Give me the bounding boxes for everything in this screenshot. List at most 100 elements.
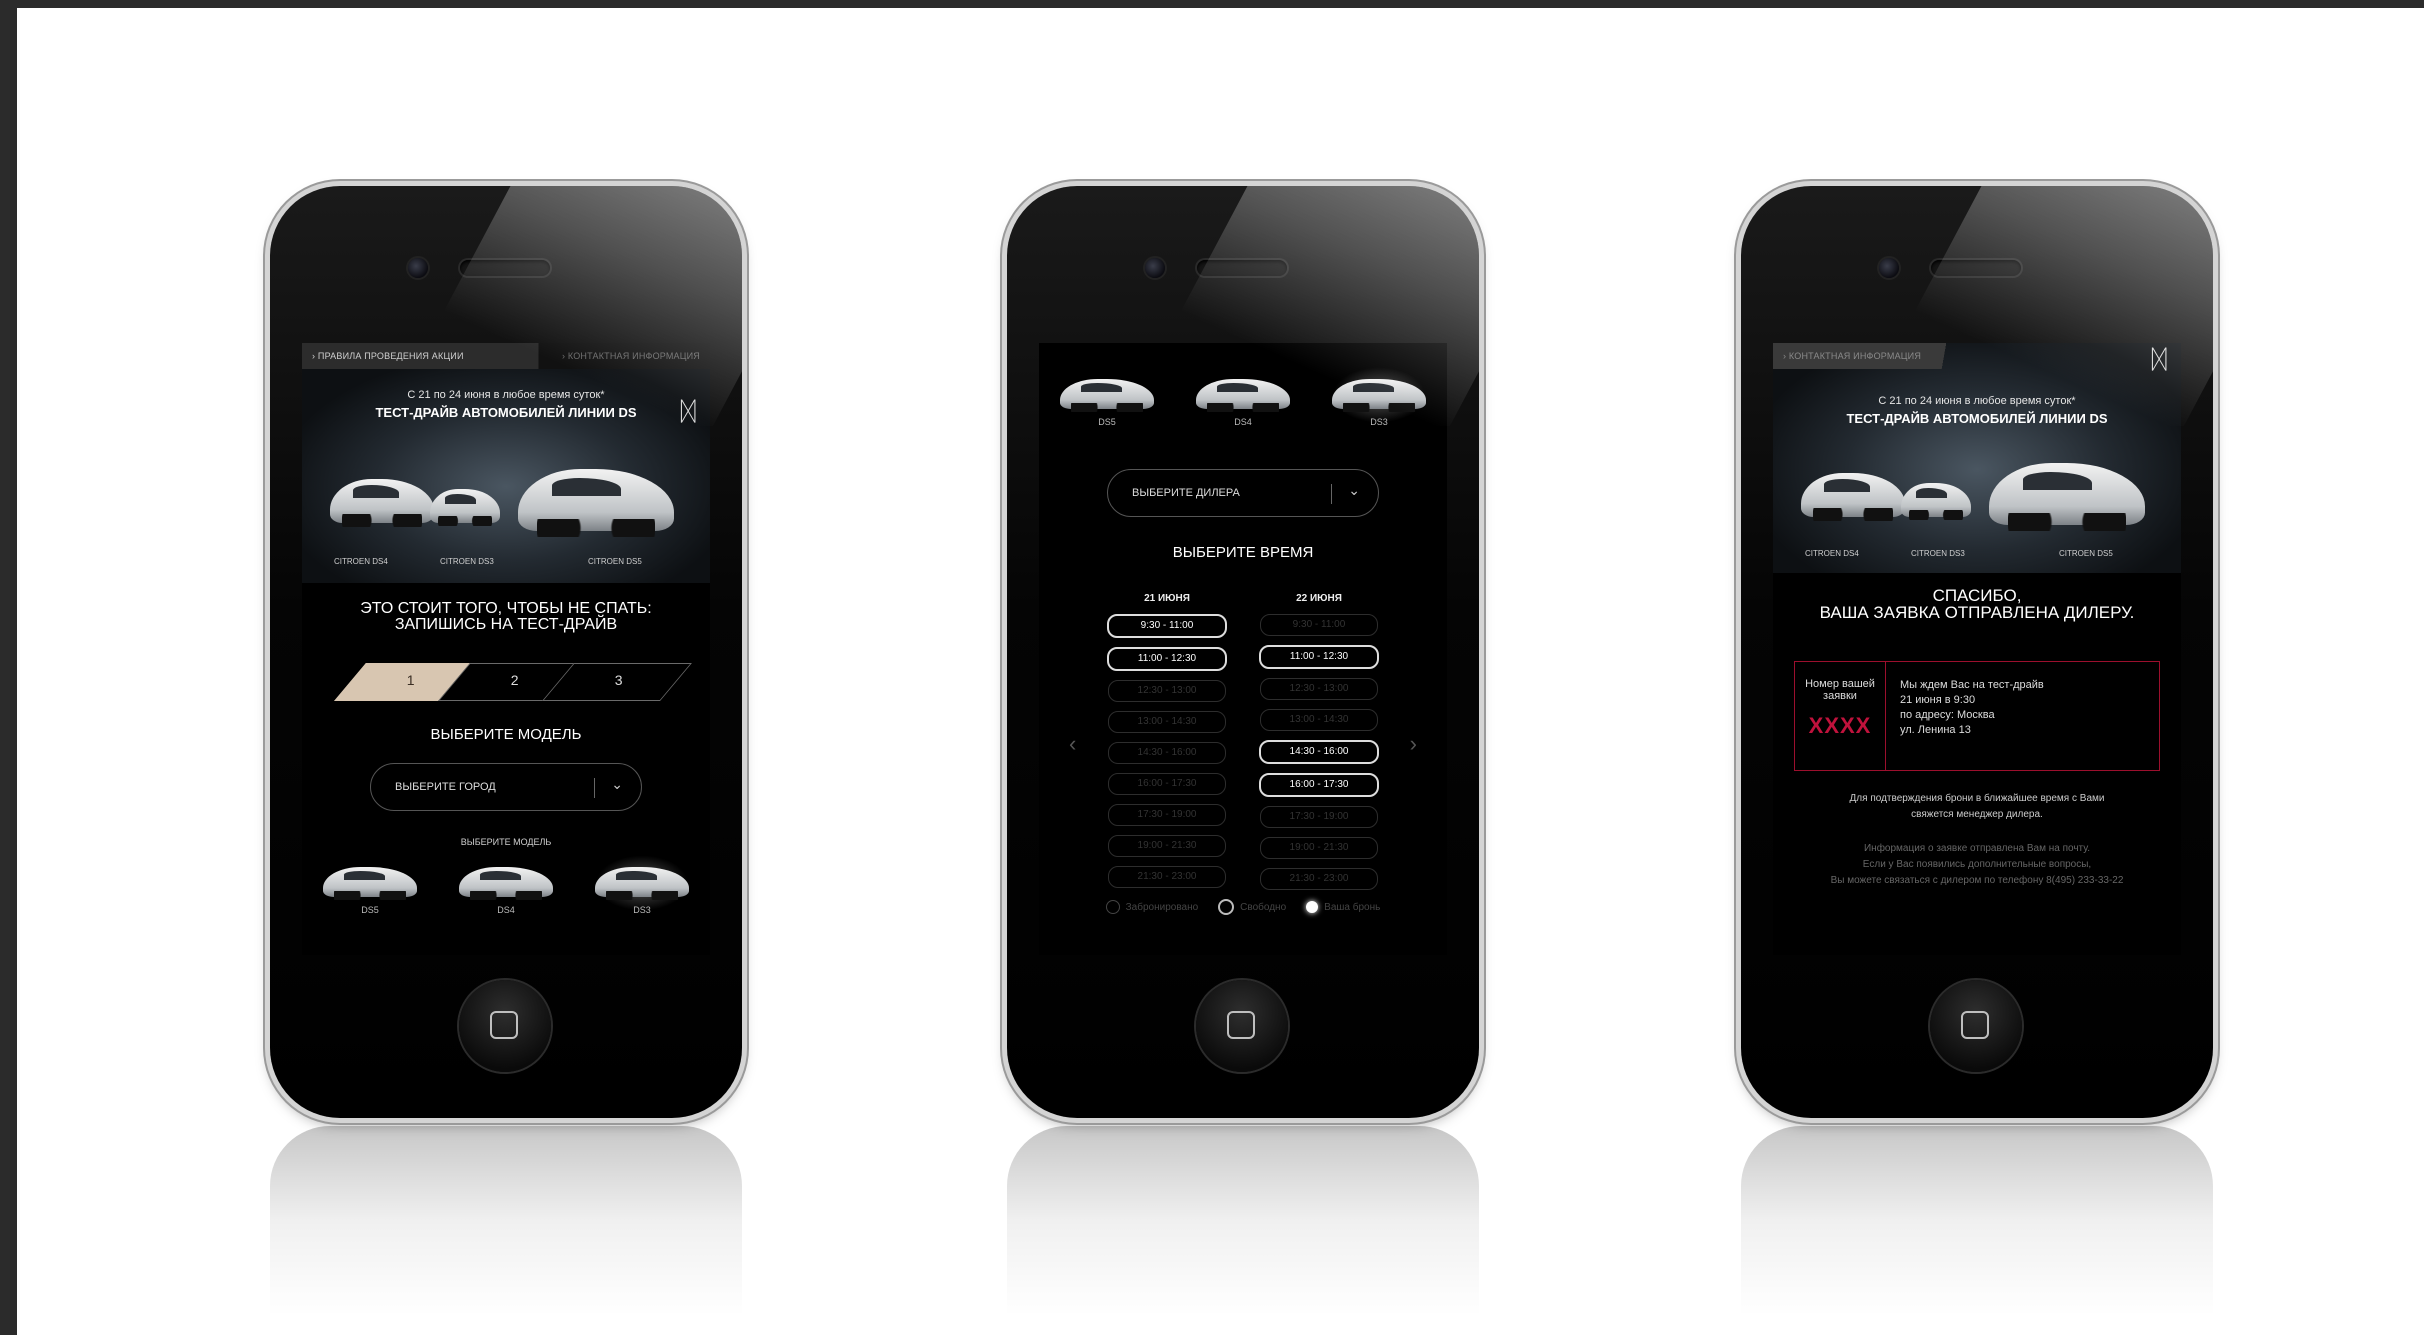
- promo-title: ТЕСТ-ДРАЙВ АВТОМОБИЛЕЙ ЛИНИИ DS: [375, 405, 637, 420]
- email-info: Информация о заявке отправлена Вам на по…: [1830, 843, 2124, 886]
- chevron-down-icon: ⌄: [1348, 482, 1360, 498]
- select-divider: [1331, 484, 1332, 504]
- promo-title: ТЕСТ-ДРАЙВ АВТОМОБИЛЕЙ ЛИНИИ DS: [1846, 411, 2108, 426]
- contacts-link[interactable]: › Контактная информация: [1773, 351, 1921, 361]
- model-option-ds5[interactable]: DS5: [1057, 379, 1157, 427]
- model-option-ds4[interactable]: DS4: [1193, 379, 1293, 427]
- screen-model-selection: › Правила проведения акции › Контактная …: [302, 343, 710, 955]
- time-slot[interactable]: 16:00 - 17:30: [1259, 773, 1379, 797]
- hero-caption: CITROEN DS3: [1911, 549, 1965, 558]
- time-slot[interactable]: 12:30 - 13:00: [1108, 680, 1226, 702]
- legend-label: Забронировано: [1125, 901, 1199, 913]
- home-button: [1196, 980, 1288, 1072]
- phone-reflection: [1741, 1126, 2213, 1316]
- dealer-select[interactable]: ВЫБЕРИТЕ ДИЛЕРА ⌄: [1107, 469, 1379, 517]
- car-ds3-image: [1332, 379, 1426, 412]
- day-label: 22 июня: [1296, 593, 1342, 604]
- headline: ЭТО СТОИТ ТОГО, ЧТОБЫ НЕ СПАТЬ: ЗАПИШИСЬ…: [360, 600, 652, 633]
- contacts-link[interactable]: › Контактная информация: [552, 351, 710, 361]
- legend-label: Ваша бронь: [1324, 901, 1381, 913]
- thanks-message: СПАСИБО, ВАША ЗАЯВКА ОТПРАВЛЕНА ДИЛЕРУ.: [1819, 586, 2135, 622]
- car-ds4-image: [459, 867, 553, 900]
- booked-dot-icon: [1105, 900, 1120, 914]
- legend-booked: Забронировано: [1105, 899, 1199, 915]
- camera-icon: [408, 258, 428, 278]
- time-slot[interactable]: 13:00 - 14:30: [1260, 709, 1378, 731]
- time-slot[interactable]: 14:30 - 16:00: [1259, 740, 1379, 764]
- car-ds4-image: [1196, 379, 1290, 412]
- rules-link[interactable]: › Правила проведения акции: [302, 351, 464, 361]
- time-slot[interactable]: 14:30 - 16:00: [1108, 742, 1226, 764]
- request-label: Номер вашей заявки: [1805, 678, 1875, 702]
- step-indicator: 1 2 3: [334, 657, 692, 705]
- car-ds3-image: [430, 489, 500, 527]
- time-slot[interactable]: 17:30 - 19:00: [1108, 804, 1226, 826]
- screen-time-selection: DS5 DS4 DS3 ВЫБЕРИТЕ ДИЛЕРА ⌄ ВЫБЕРИТЕ В…: [1039, 343, 1447, 955]
- legend-label: Свободно: [1240, 901, 1287, 913]
- camera-icon: [1145, 258, 1165, 278]
- select-divider: [594, 778, 595, 798]
- topbar: › Контактная информация: [1773, 343, 2181, 369]
- time-slot[interactable]: 11:00 - 12:30: [1259, 645, 1379, 669]
- model-option-ds3[interactable]: DS3: [592, 853, 692, 915]
- ds-logo-icon: ᛞ: [2151, 345, 2167, 375]
- topbar: › Правила проведения акции › Контактная …: [302, 343, 710, 369]
- camera-icon: [1879, 258, 1899, 278]
- time-slot[interactable]: 19:00 - 21:30: [1260, 837, 1378, 859]
- time-slot[interactable]: 11:00 - 12:30: [1107, 647, 1227, 671]
- model-name: DS3: [1370, 417, 1388, 427]
- hero-caption: CITROEN DS4: [1805, 549, 1859, 558]
- car-ds5-image: [518, 469, 674, 538]
- model-name: DS5: [1098, 417, 1116, 427]
- chevron-left-icon[interactable]: ‹: [1069, 731, 1076, 757]
- time-slot[interactable]: 16:00 - 17:30: [1108, 773, 1226, 795]
- model-label: ВЫБЕРИТЕ МОДЕЛЬ: [460, 837, 552, 847]
- promo-dates: С 21 по 24 июня в любое время суток*: [407, 389, 605, 401]
- home-button: [459, 980, 551, 1072]
- time-slot[interactable]: 13:00 - 14:30: [1108, 711, 1226, 733]
- your-booking-dot-icon: [1306, 901, 1319, 913]
- time-slot[interactable]: 12:30 - 13:00: [1260, 678, 1378, 700]
- phone-1: › Правила проведения акции › Контактная …: [270, 186, 742, 1118]
- hero-cars: [1793, 463, 2161, 533]
- phone-3: › Контактная информация С 21 по 24 июня …: [1741, 186, 2213, 1118]
- speaker-grille: [460, 260, 550, 276]
- car-ds3-image: [1901, 483, 1971, 521]
- city-select-label: ВЫБЕРИТЕ ГОРОД: [395, 781, 496, 793]
- city-select[interactable]: ВЫБЕРИТЕ ГОРОД ⌄: [370, 763, 642, 811]
- model-name: DS3: [633, 905, 651, 915]
- car-ds5-image: [323, 867, 417, 900]
- model-carousel: DS5 DS4 DS3: [302, 853, 710, 915]
- car-ds3-image: [595, 867, 689, 900]
- hero-cars: [322, 469, 690, 539]
- time-slot[interactable]: 9:30 - 11:00: [1107, 614, 1227, 638]
- slot-legend: Забронировано Свободно Ваша бронь: [1039, 899, 1447, 915]
- model-name: DS5: [361, 905, 379, 915]
- time-title: ВЫБЕРИТЕ ВРЕМЯ: [1172, 544, 1314, 561]
- car-ds5-image: [1989, 463, 2145, 532]
- chevron-right-icon[interactable]: ›: [1410, 731, 1417, 757]
- model-option-ds3[interactable]: DS3: [1329, 365, 1429, 427]
- day-column-22: 22 июня 9:30 - 11:00 11:00 - 12:30 12:30 -…: [1259, 593, 1379, 899]
- car-ds4-image: [330, 479, 434, 528]
- time-slot[interactable]: 21:30 - 23:00: [1108, 866, 1226, 888]
- model-option-ds5[interactable]: DS5: [320, 867, 420, 915]
- day-label: 21 июня: [1144, 593, 1190, 604]
- time-slot[interactable]: 9:30 - 11:00: [1260, 614, 1378, 636]
- car-ds5-image: [1060, 379, 1154, 412]
- hero-caption: CITROEN DS5: [588, 557, 642, 566]
- presentation-canvas: › Правила проведения акции › Контактная …: [17, 8, 2424, 1335]
- time-slots: ‹ › 21 июня 9:30 - 11:00 11:00 - 12:30 12:…: [1039, 593, 1447, 893]
- model-name: DS4: [1234, 417, 1252, 427]
- time-slot[interactable]: 19:00 - 21:30: [1108, 835, 1226, 857]
- hero-banner: › Контактная информация С 21 по 24 июня …: [1773, 343, 2181, 573]
- phone-reflection: [1007, 1126, 1479, 1316]
- ds-logo-icon: ᛞ: [680, 397, 696, 427]
- legend-free: Свободно: [1218, 899, 1286, 915]
- time-slot[interactable]: 17:30 - 19:00: [1260, 806, 1378, 828]
- hero-caption: CITROEN DS4: [334, 557, 388, 566]
- model-option-ds4[interactable]: DS4: [456, 867, 556, 915]
- free-dot-icon: [1218, 899, 1235, 915]
- time-slot[interactable]: 21:30 - 23:00: [1260, 868, 1378, 890]
- chevron-down-icon: ⌄: [611, 776, 623, 792]
